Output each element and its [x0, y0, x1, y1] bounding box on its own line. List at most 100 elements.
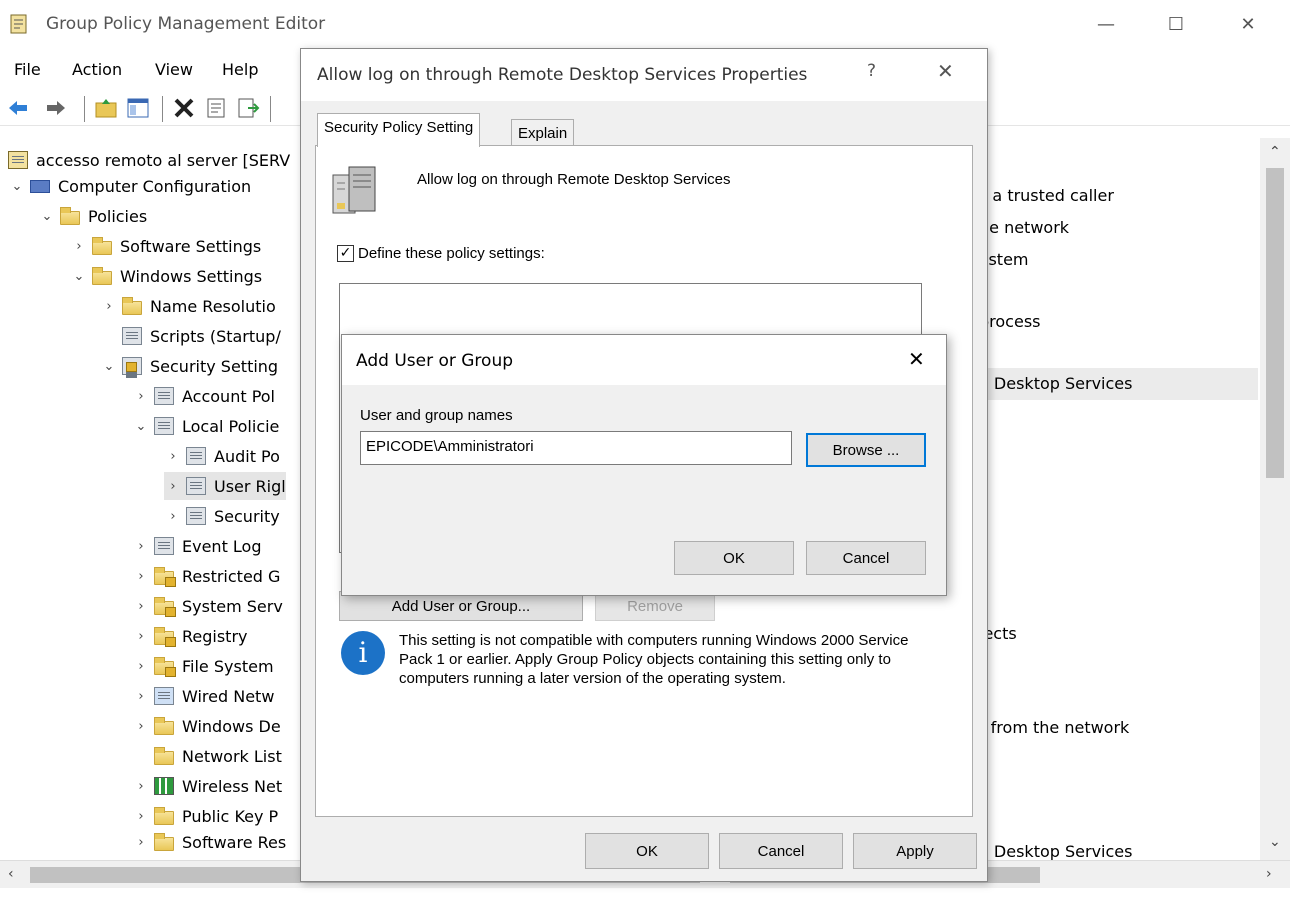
chevron-right-icon[interactable]: ›: [132, 689, 150, 704]
tree-item-software-restriction[interactable]: › Software Res: [132, 828, 286, 856]
chevron-down-icon[interactable]: ⌄: [38, 209, 56, 224]
tree-item-event-log[interactable]: › Event Log: [132, 532, 261, 560]
network-icon: [154, 687, 174, 705]
close-icon[interactable]: ✕: [908, 347, 925, 371]
tree-item-label: Network List: [182, 746, 282, 766]
tree-item-account-policies[interactable]: › Account Pol: [132, 382, 275, 410]
ok-button[interactable]: OK: [674, 541, 794, 575]
maximize-button[interactable]: ☐: [1146, 4, 1206, 44]
tree-item-wireless-network[interactable]: › Wireless Net: [132, 772, 282, 800]
tree-item-registry[interactable]: › Registry: [132, 622, 248, 650]
chevron-right-icon[interactable]: ›: [132, 809, 150, 824]
tree-item-security-options[interactable]: › Security: [164, 502, 279, 530]
policy-row[interactable]: process: [979, 312, 1040, 331]
folder-icon: [92, 236, 112, 255]
server-icon: [332, 166, 376, 214]
ok-button[interactable]: OK: [585, 833, 709, 869]
scroll-down-icon[interactable]: ⌄: [1269, 834, 1281, 850]
forward-icon[interactable]: [44, 96, 68, 120]
tree-item-network-list[interactable]: Network List: [154, 742, 282, 770]
tree-item-security-settings[interactable]: ⌄ Security Setting: [100, 352, 279, 380]
locked-folder-icon: [154, 626, 176, 647]
chevron-right-icon[interactable]: ›: [132, 629, 150, 644]
dialog-title: Add User or Group: [356, 351, 514, 371]
chevron-right-icon[interactable]: ›: [70, 239, 88, 254]
tree-item-software-settings[interactable]: › Software Settings: [70, 232, 261, 260]
help-button[interactable]: ?: [867, 61, 876, 81]
chevron-right-icon[interactable]: ›: [132, 659, 150, 674]
chevron-right-icon[interactable]: ›: [164, 509, 182, 524]
tree-item-gpo-root[interactable]: accesso remoto al server [SERV: [8, 146, 290, 174]
chevron-right-icon[interactable]: ›: [164, 479, 182, 494]
chevron-right-icon[interactable]: ›: [132, 599, 150, 614]
chevron-right-icon[interactable]: ›: [164, 449, 182, 464]
export-list-icon[interactable]: [236, 96, 260, 120]
close-button[interactable]: ✕: [1218, 4, 1278, 44]
chevron-right-icon[interactable]: ›: [132, 539, 150, 554]
policy-row[interactable]: he network: [979, 218, 1069, 237]
chevron-down-icon[interactable]: ⌄: [100, 359, 118, 374]
policy-icon: [154, 417, 174, 435]
chevron-down-icon[interactable]: ⌄: [132, 419, 150, 434]
chevron-right-icon[interactable]: ›: [132, 779, 150, 794]
tree-item-label: Audit Po: [214, 446, 280, 466]
dialog-title: Allow log on through Remote Desktop Serv…: [317, 65, 808, 85]
tree-item-public-key[interactable]: › Public Key P: [132, 802, 278, 830]
policy-row[interactable]: s a trusted caller: [979, 186, 1114, 205]
scrollbar-thumb[interactable]: [1266, 168, 1284, 478]
policy-row[interactable]: e Desktop Services: [979, 842, 1132, 861]
minimize-button[interactable]: —: [1076, 4, 1136, 44]
chevron-right-icon[interactable]: ›: [132, 569, 150, 584]
delete-icon[interactable]: [172, 96, 196, 120]
scroll-up-icon[interactable]: ⌃: [1269, 144, 1281, 160]
tree-item-scripts[interactable]: Scripts (Startup/: [122, 322, 281, 350]
apply-button[interactable]: Apply: [853, 833, 977, 869]
menu-view[interactable]: View: [155, 60, 193, 79]
user-group-names-input[interactable]: EPICODE\Amministratori: [360, 431, 792, 465]
close-icon[interactable]: ✕: [937, 59, 954, 83]
menu-help[interactable]: Help: [222, 60, 258, 79]
properties-icon[interactable]: [204, 96, 228, 120]
menu-file[interactable]: File: [14, 60, 41, 79]
cancel-button[interactable]: Cancel: [719, 833, 843, 869]
tree-item-wired-network[interactable]: › Wired Netw: [132, 682, 274, 710]
locked-folder-icon: [154, 656, 176, 677]
tree-item-label: System Serv: [182, 596, 283, 616]
tab-security-policy-setting[interactable]: Security Policy Setting: [317, 113, 481, 147]
chevron-right-icon[interactable]: ›: [132, 389, 150, 404]
chevron-right-icon[interactable]: ›: [132, 719, 150, 734]
define-policy-checkbox[interactable]: ✓: [337, 245, 354, 262]
scroll-right-icon[interactable]: ›: [1266, 866, 1272, 882]
tree-item-audit-policy[interactable]: › Audit Po: [164, 442, 280, 470]
dialog-title-bar: Allow log on through Remote Desktop Serv…: [301, 49, 987, 101]
cancel-button[interactable]: Cancel: [806, 541, 926, 575]
tree-item-user-rights[interactable]: › User Rigl: [164, 472, 286, 500]
tree-item-computer-configuration[interactable]: ⌄ Computer Configuration: [8, 172, 252, 200]
tab-explain[interactable]: Explain: [511, 119, 575, 147]
tree-item-label: accesso remoto al server [SERV: [36, 150, 291, 170]
chevron-right-icon[interactable]: ›: [100, 299, 118, 314]
back-icon[interactable]: [6, 96, 30, 120]
policy-row[interactable]: r from the network: [979, 718, 1129, 737]
menu-action[interactable]: Action: [72, 60, 122, 79]
locked-folder-icon: [154, 596, 176, 617]
tree-item-file-system[interactable]: › File System: [132, 652, 274, 680]
tree-item-restricted-groups[interactable]: › Restricted G: [132, 562, 280, 590]
tree-item-windows-defender[interactable]: › Windows De: [132, 712, 281, 740]
tree-item-system-services[interactable]: › System Serv: [132, 592, 283, 620]
chevron-down-icon[interactable]: ⌄: [8, 179, 26, 194]
scroll-left-icon[interactable]: ‹: [8, 866, 14, 882]
policy-row-selected[interactable]: e Desktop Services: [979, 374, 1132, 393]
vertical-scrollbar[interactable]: ⌃ ⌄: [1260, 138, 1290, 860]
browse-button[interactable]: Browse ...: [806, 433, 926, 467]
chevron-down-icon[interactable]: ⌄: [70, 269, 88, 284]
title-bar: Group Policy Management Editor — ☐ ✕: [0, 0, 1290, 48]
tree-item-name-resolution[interactable]: › Name Resolutio: [100, 292, 276, 320]
up-folder-icon[interactable]: [94, 96, 118, 120]
tree-item-local-policies[interactable]: ⌄ Local Policie: [132, 412, 280, 440]
tree-item-policies[interactable]: ⌄ Policies: [38, 202, 147, 230]
chevron-right-icon[interactable]: ›: [132, 835, 150, 850]
tree-item-label: File System: [182, 656, 274, 676]
show-hide-tree-icon[interactable]: [126, 96, 150, 120]
tree-item-windows-settings[interactable]: ⌄ Windows Settings: [70, 262, 262, 290]
